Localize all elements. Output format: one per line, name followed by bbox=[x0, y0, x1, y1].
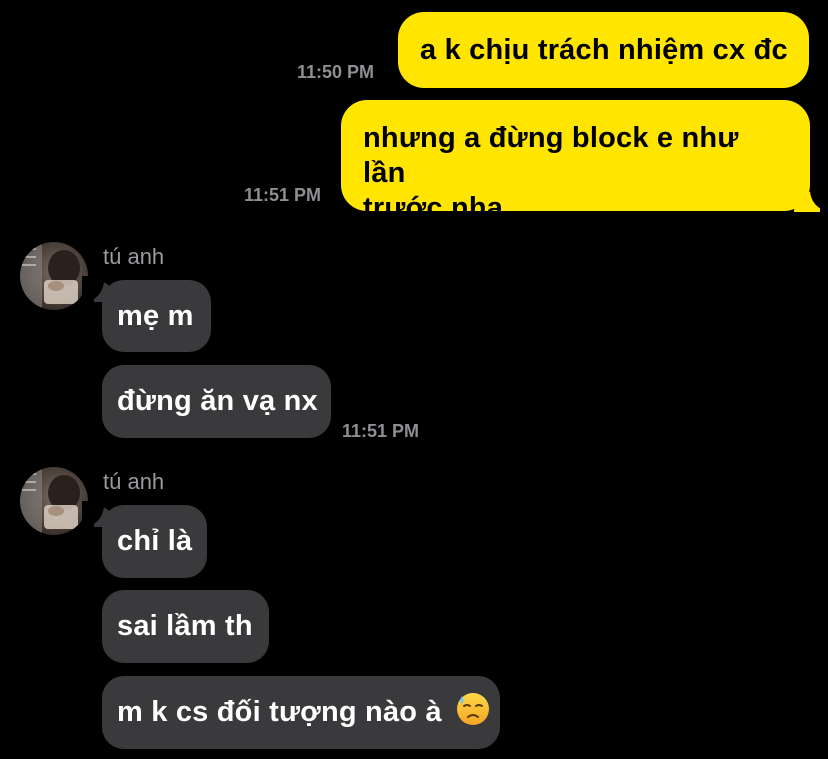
message-text-line: trước nha bbox=[363, 192, 504, 224]
incoming-message-bubble[interactable]: đừng ăn vạ nx bbox=[102, 365, 331, 438]
message-text-line: nhưng a đừng block e như lần bbox=[363, 122, 739, 189]
timestamp: 11:51 PM bbox=[244, 185, 322, 205]
user-avatar-photo-icon bbox=[20, 467, 88, 535]
sender-name: tú anh bbox=[103, 469, 165, 494]
avatar[interactable] bbox=[20, 467, 88, 535]
message-text: sai lầm th bbox=[117, 610, 253, 642]
message-text: m k cs đối tượng nào à bbox=[117, 696, 442, 728]
sender-name: tú anh bbox=[103, 244, 165, 269]
message-text: đừng ăn vạ nx bbox=[117, 385, 318, 417]
message-text: chỉ là bbox=[117, 525, 193, 557]
message-text: mẹ m bbox=[117, 300, 194, 332]
timestamp: 11:50 PM bbox=[297, 62, 375, 82]
outgoing-message-bubble[interactable]: a k chịu trách nhiệm cx đc bbox=[398, 12, 809, 88]
incoming-message-bubble[interactable]: chỉ là bbox=[102, 505, 207, 578]
user-avatar-photo-icon bbox=[20, 242, 88, 310]
downcast-face-with-sweat-emoji-icon bbox=[456, 681, 490, 754]
message-text: a k chịu trách nhiệm cx đc bbox=[420, 34, 788, 66]
outgoing-message-bubble[interactable]: nhưng a đừng block e như lần trước nha bbox=[341, 100, 810, 224]
incoming-message-bubble[interactable]: mẹ m bbox=[102, 280, 211, 352]
incoming-message-bubble[interactable]: m k cs đối tượng nào à bbox=[102, 676, 500, 749]
incoming-message-bubble[interactable]: sai lầm th bbox=[102, 590, 269, 663]
timestamp: 11:51 PM bbox=[342, 421, 420, 441]
avatar[interactable] bbox=[20, 242, 88, 310]
